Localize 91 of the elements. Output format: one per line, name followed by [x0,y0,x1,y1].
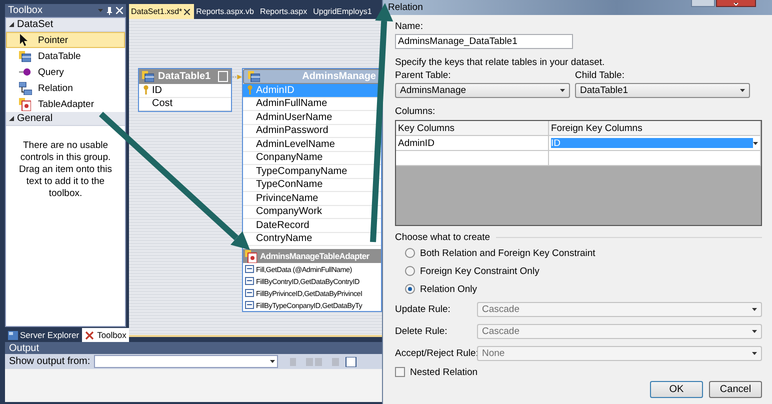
toolbox-item[interactable]: Pointer [6,32,125,48]
tools-icon [85,330,96,340]
toolbox-item[interactable]: Query [6,64,125,80]
panel-title: Toolbox [8,5,42,16]
adapter-icon [19,98,31,110]
radio-button[interactable] [405,284,415,294]
expander-icon[interactable] [9,22,14,27]
toolbox-group[interactable]: General [6,112,125,126]
table-select[interactable]: DataTable1 [575,83,750,98]
table-column[interactable]: AdminFullName [243,98,381,111]
dropdown-icon [98,9,103,12]
adapter-header: AdminsManageTableAdapter [243,249,381,263]
table-column[interactable]: AdminUserName [243,111,381,124]
table-column[interactable]: PrivinceName [243,192,381,206]
toolbox-item[interactable]: Relation [6,80,125,96]
field-label: Delete Rule: [395,326,448,336]
document-tab[interactable]: DataSet1.xsd* [129,4,194,19]
panel-tab[interactable]: Server Explorer [5,328,82,342]
table-node[interactable] [242,68,382,312]
radio-label: Both Relation and Foreign Key Constraint [420,248,596,258]
field-label: Name: [395,21,424,32]
toolbox-item[interactable]: DataTable [6,48,125,64]
field-label: Accept/Reject Rule: [395,348,477,358]
ok-button[interactable]: OK [650,381,703,398]
caret-icon [752,308,757,310]
pointer-icon [19,34,28,46]
table-header: AdminsManage [243,69,381,84]
group-label: Choose what to create [395,232,490,243]
server-icon [8,330,18,340]
panel-tab[interactable]: Toolbox [82,328,130,342]
radio-button[interactable] [405,248,415,258]
cancel-button[interactable]: Cancel [709,381,762,398]
name-field[interactable]: AdminsManage_DataTable1 [395,34,573,49]
help-button[interactable] [691,0,715,7]
query-icon [19,67,32,77]
empty-group-message: There are no usable controls in this group. Drag an item onto this text to add it to the toolbox. [18,139,113,200]
table-select[interactable]: AdminsManage [395,83,570,98]
query-icon [245,289,254,297]
relation-connector [230,74,242,80]
checkbox-label: Nested Relation [410,366,478,378]
expander-icon[interactable] [9,116,14,121]
table-header: DataTable1 [139,69,231,84]
document-tab[interactable]: UpgridEmploys1 [311,4,376,19]
radio-label: Foreign Key Constraint Only [420,266,540,276]
collapse-button[interactable] [218,71,228,82]
toolbox-group[interactable]: DataSet [6,18,125,32]
table-cell[interactable]: AdminID [396,136,549,150]
table-node[interactable]: DataTable1 ID Cost [138,68,232,112]
caret-icon [752,352,757,354]
query-icon [245,277,254,285]
checkbox[interactable] [395,367,405,377]
document-tab[interactable]: Reports.aspx [258,4,312,19]
key-icon [246,85,252,96]
field-label: Update Rule: [395,304,452,314]
pin-icon[interactable] [107,6,112,14]
column-header: Key Columns [396,121,549,135]
caret-icon [560,89,565,92]
relation-icon [19,82,32,94]
output-label: Show output from: [9,356,90,367]
caret-icon [740,89,745,92]
table-column[interactable]: DateRecord [243,219,381,232]
field-label: Child Table: [575,70,626,81]
table-icon [142,71,154,82]
table-column[interactable]: AdminLevelName [243,138,381,152]
table-column[interactable]: ID [139,84,231,98]
toolbox-item[interactable]: TableAdapter [6,96,125,112]
table-column[interactable]: TypeCompanyName [243,165,381,178]
caret-icon [270,360,276,363]
close-button[interactable] [716,0,756,7]
table-column[interactable]: ConpanyName [243,152,381,165]
radio-button[interactable] [405,266,415,276]
document-tab[interactable]: Reports.aspx.vb [194,4,258,19]
key-icon [142,85,148,96]
panel-title: Output [9,342,40,354]
query-icon [245,265,254,273]
query-icon [245,301,254,309]
field-label: Parent Table: [395,70,452,81]
hint-text: Specify the keys that relate tables in your dataset. [395,57,606,68]
adapter-icon [245,250,257,262]
caret-icon [752,330,757,332]
window-title: Relation [388,2,423,13]
table-icon [19,50,31,62]
table-column[interactable]: AdminPassword [243,124,381,138]
table-column[interactable]: TypeConName [243,178,381,192]
table-column[interactable]: CompanyWork [243,206,381,219]
column-header: Foreign Key Columns [549,121,761,135]
radio-label: Relation Only [420,284,478,294]
field-label: Columns: [395,106,436,117]
table-column[interactable]: Cost [139,98,231,111]
table-icon [248,71,260,82]
caret-icon [753,142,758,144]
